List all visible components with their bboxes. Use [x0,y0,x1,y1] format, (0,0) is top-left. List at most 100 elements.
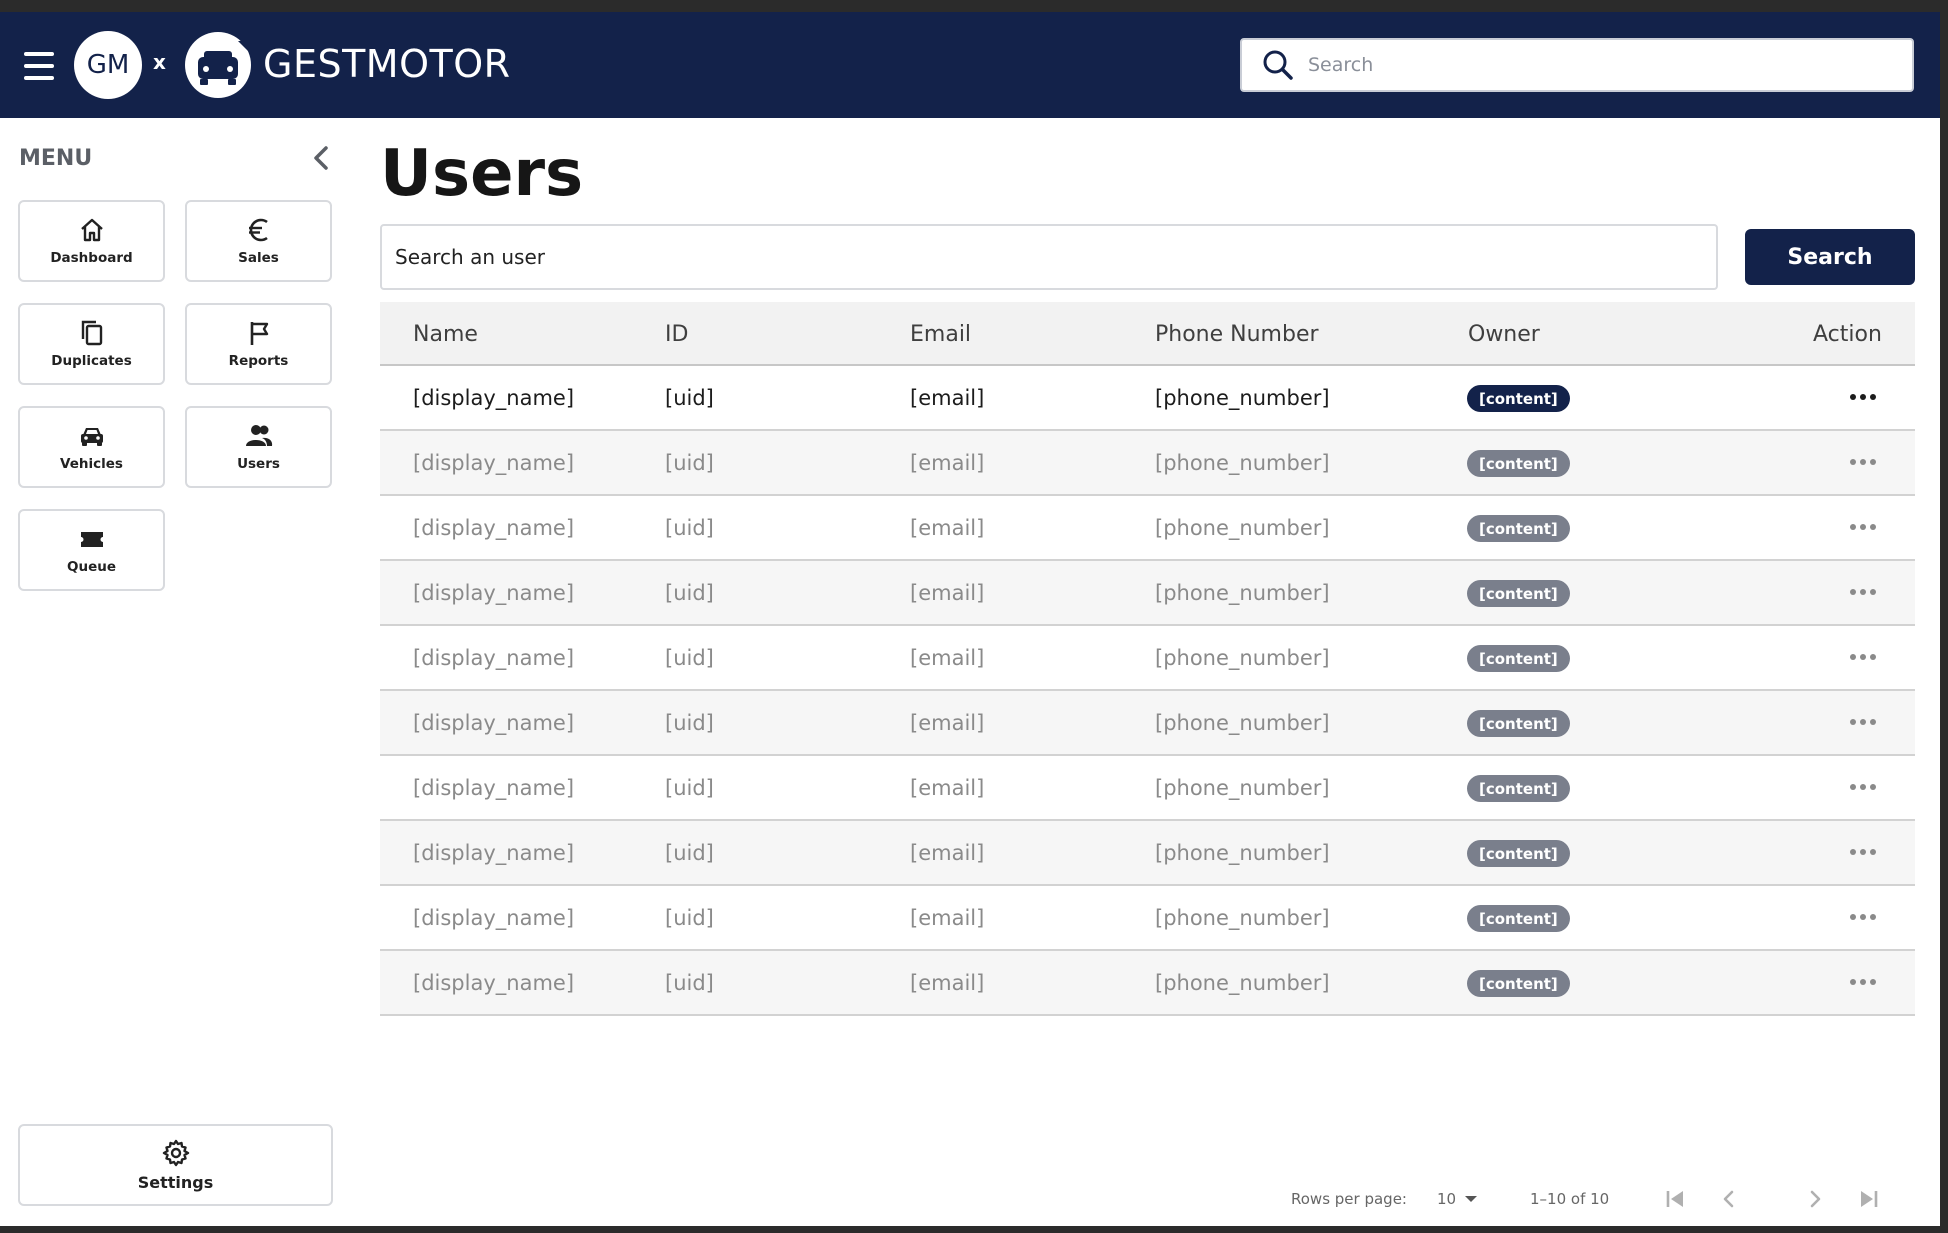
global-search-box[interactable] [1240,38,1914,92]
owner-badge: [content] [1467,450,1570,477]
more-actions-icon[interactable] [1850,589,1876,597]
cell-email: [email] [910,711,985,735]
global-search-input[interactable] [1308,54,1888,76]
table-row[interactable]: [display_name] [uid] [email] [phone_number]… [380,431,1915,496]
sidebar-item-users[interactable]: Users [185,406,332,488]
cell-id: [uid] [665,776,714,800]
table-header: Name ID Email Phone Number Owner Action [380,302,1915,366]
owner-badge: [content] [1467,775,1570,802]
sidebar-item-reports[interactable]: Reports [185,303,332,385]
top-bar: GM x GESTMOTOR [0,12,1940,118]
cell-phone: [phone_number] [1155,451,1330,475]
cell-name: [display_name] [413,776,575,800]
cell-email: [email] [910,386,985,410]
cell-phone: [phone_number] [1155,646,1330,670]
more-actions-icon[interactable] [1850,719,1876,727]
column-header-phone[interactable]: Phone Number [1155,322,1319,347]
last-page-icon[interactable] [1856,1186,1882,1212]
rows-per-page-select[interactable]: 10 [1437,1186,1478,1212]
sidebar-item-label: Users [237,456,280,472]
logo-separator: x [153,50,166,74]
owner-badge: [content] [1467,645,1570,672]
users-icon [245,425,272,446]
cell-phone: [phone_number] [1155,386,1330,410]
cell-phone: [phone_number] [1155,906,1330,930]
cell-email: [email] [910,971,985,995]
cell-email: [email] [910,646,985,670]
owner-badge: [content] [1467,515,1570,542]
app-window: GM x GESTMOTOR MENU [0,12,1940,1226]
gestmotor-logo-icon [185,32,251,98]
sidebar-item-queue[interactable]: Queue [18,509,165,591]
flag-icon [250,322,268,345]
more-actions-icon[interactable] [1850,784,1876,792]
more-actions-icon[interactable] [1850,654,1876,662]
hamburger-menu-icon[interactable] [24,52,54,80]
cell-id: [uid] [665,386,714,410]
gear-icon [162,1139,189,1166]
search-button[interactable]: Search [1745,229,1915,285]
search-icon [1263,50,1293,80]
more-actions-icon[interactable] [1850,459,1876,467]
settings-button[interactable]: Settings [18,1124,333,1206]
more-actions-icon[interactable] [1850,914,1876,922]
sidebar-item-label: Dashboard [50,250,133,266]
cell-name: [display_name] [413,646,575,670]
more-actions-icon[interactable] [1850,394,1876,402]
chevron-left-icon[interactable] [306,142,338,174]
owner-badge: [content] [1467,840,1570,867]
owner-badge: [content] [1467,905,1570,932]
more-actions-icon[interactable] [1850,979,1876,987]
table-row[interactable]: [display_name] [uid] [email] [phone_number]… [380,756,1915,821]
page-title: Users [380,137,584,211]
rows-per-page-label: Rows per page: [1291,1190,1407,1208]
sidebar-item-sales[interactable]: Sales [185,200,332,282]
brand-name: GESTMOTOR [263,42,511,86]
table-row[interactable]: [display_name] [uid] [email] [phone_number]… [380,626,1915,691]
cell-email: [email] [910,776,985,800]
cell-name: [display_name] [413,906,575,930]
table-row[interactable]: [display_name] [uid] [email] [phone_number]… [380,821,1915,886]
euro-icon [248,218,268,242]
prev-page-icon[interactable] [1716,1186,1742,1212]
next-page-icon[interactable] [1802,1186,1828,1212]
home-icon [80,218,103,242]
cell-id: [uid] [665,451,714,475]
column-header-owner[interactable]: Owner [1468,322,1540,347]
cell-email: [email] [910,516,985,540]
table-row[interactable]: [display_name] [uid] [email] [phone_number]… [380,561,1915,626]
sidebar-item-label: Reports [228,353,289,369]
sidebar-item-vehicles[interactable]: Vehicles [18,406,165,488]
table-row[interactable]: [display_name] [uid] [email] [phone_number]… [380,886,1915,951]
cell-id: [uid] [665,581,714,605]
users-table: Name ID Email Phone Number Owner Action … [380,302,1915,1016]
column-header-email[interactable]: Email [910,322,971,347]
cell-email: [email] [910,581,985,605]
menu-title: MENU [19,146,93,171]
sidebar-item-dashboard[interactable]: Dashboard [18,200,165,282]
owner-badge: [content] [1467,385,1570,412]
cell-phone: [phone_number] [1155,516,1330,540]
table-row[interactable]: [display_name] [uid] [email] [phone_number]… [380,366,1915,431]
sidebar: MENU Dashboard Sales Duplicates Reports … [0,118,350,1226]
cell-name: [display_name] [413,841,575,865]
column-header-name[interactable]: Name [413,322,478,347]
sidebar-item-duplicates[interactable]: Duplicates [18,303,165,385]
column-header-id[interactable]: ID [665,322,688,347]
more-actions-icon[interactable] [1850,524,1876,532]
cell-name: [display_name] [413,451,575,475]
column-header-action: Action [1813,322,1882,347]
owner-badge: [content] [1467,710,1570,737]
sidebar-item-label: Vehicles [60,456,123,472]
table-row[interactable]: [display_name] [uid] [email] [phone_number]… [380,691,1915,756]
owner-badge: [content] [1467,580,1570,607]
more-actions-icon[interactable] [1850,849,1876,857]
table-row[interactable]: [display_name] [uid] [email] [phone_number]… [380,496,1915,561]
table-row[interactable]: [display_name] [uid] [email] [phone_number]… [380,951,1915,1016]
cell-phone: [phone_number] [1155,711,1330,735]
first-page-icon[interactable] [1662,1186,1688,1212]
sidebar-item-label: Queue [66,559,116,575]
cell-name: [display_name] [413,386,575,410]
cell-id: [uid] [665,971,714,995]
user-search-input[interactable] [380,224,1718,290]
